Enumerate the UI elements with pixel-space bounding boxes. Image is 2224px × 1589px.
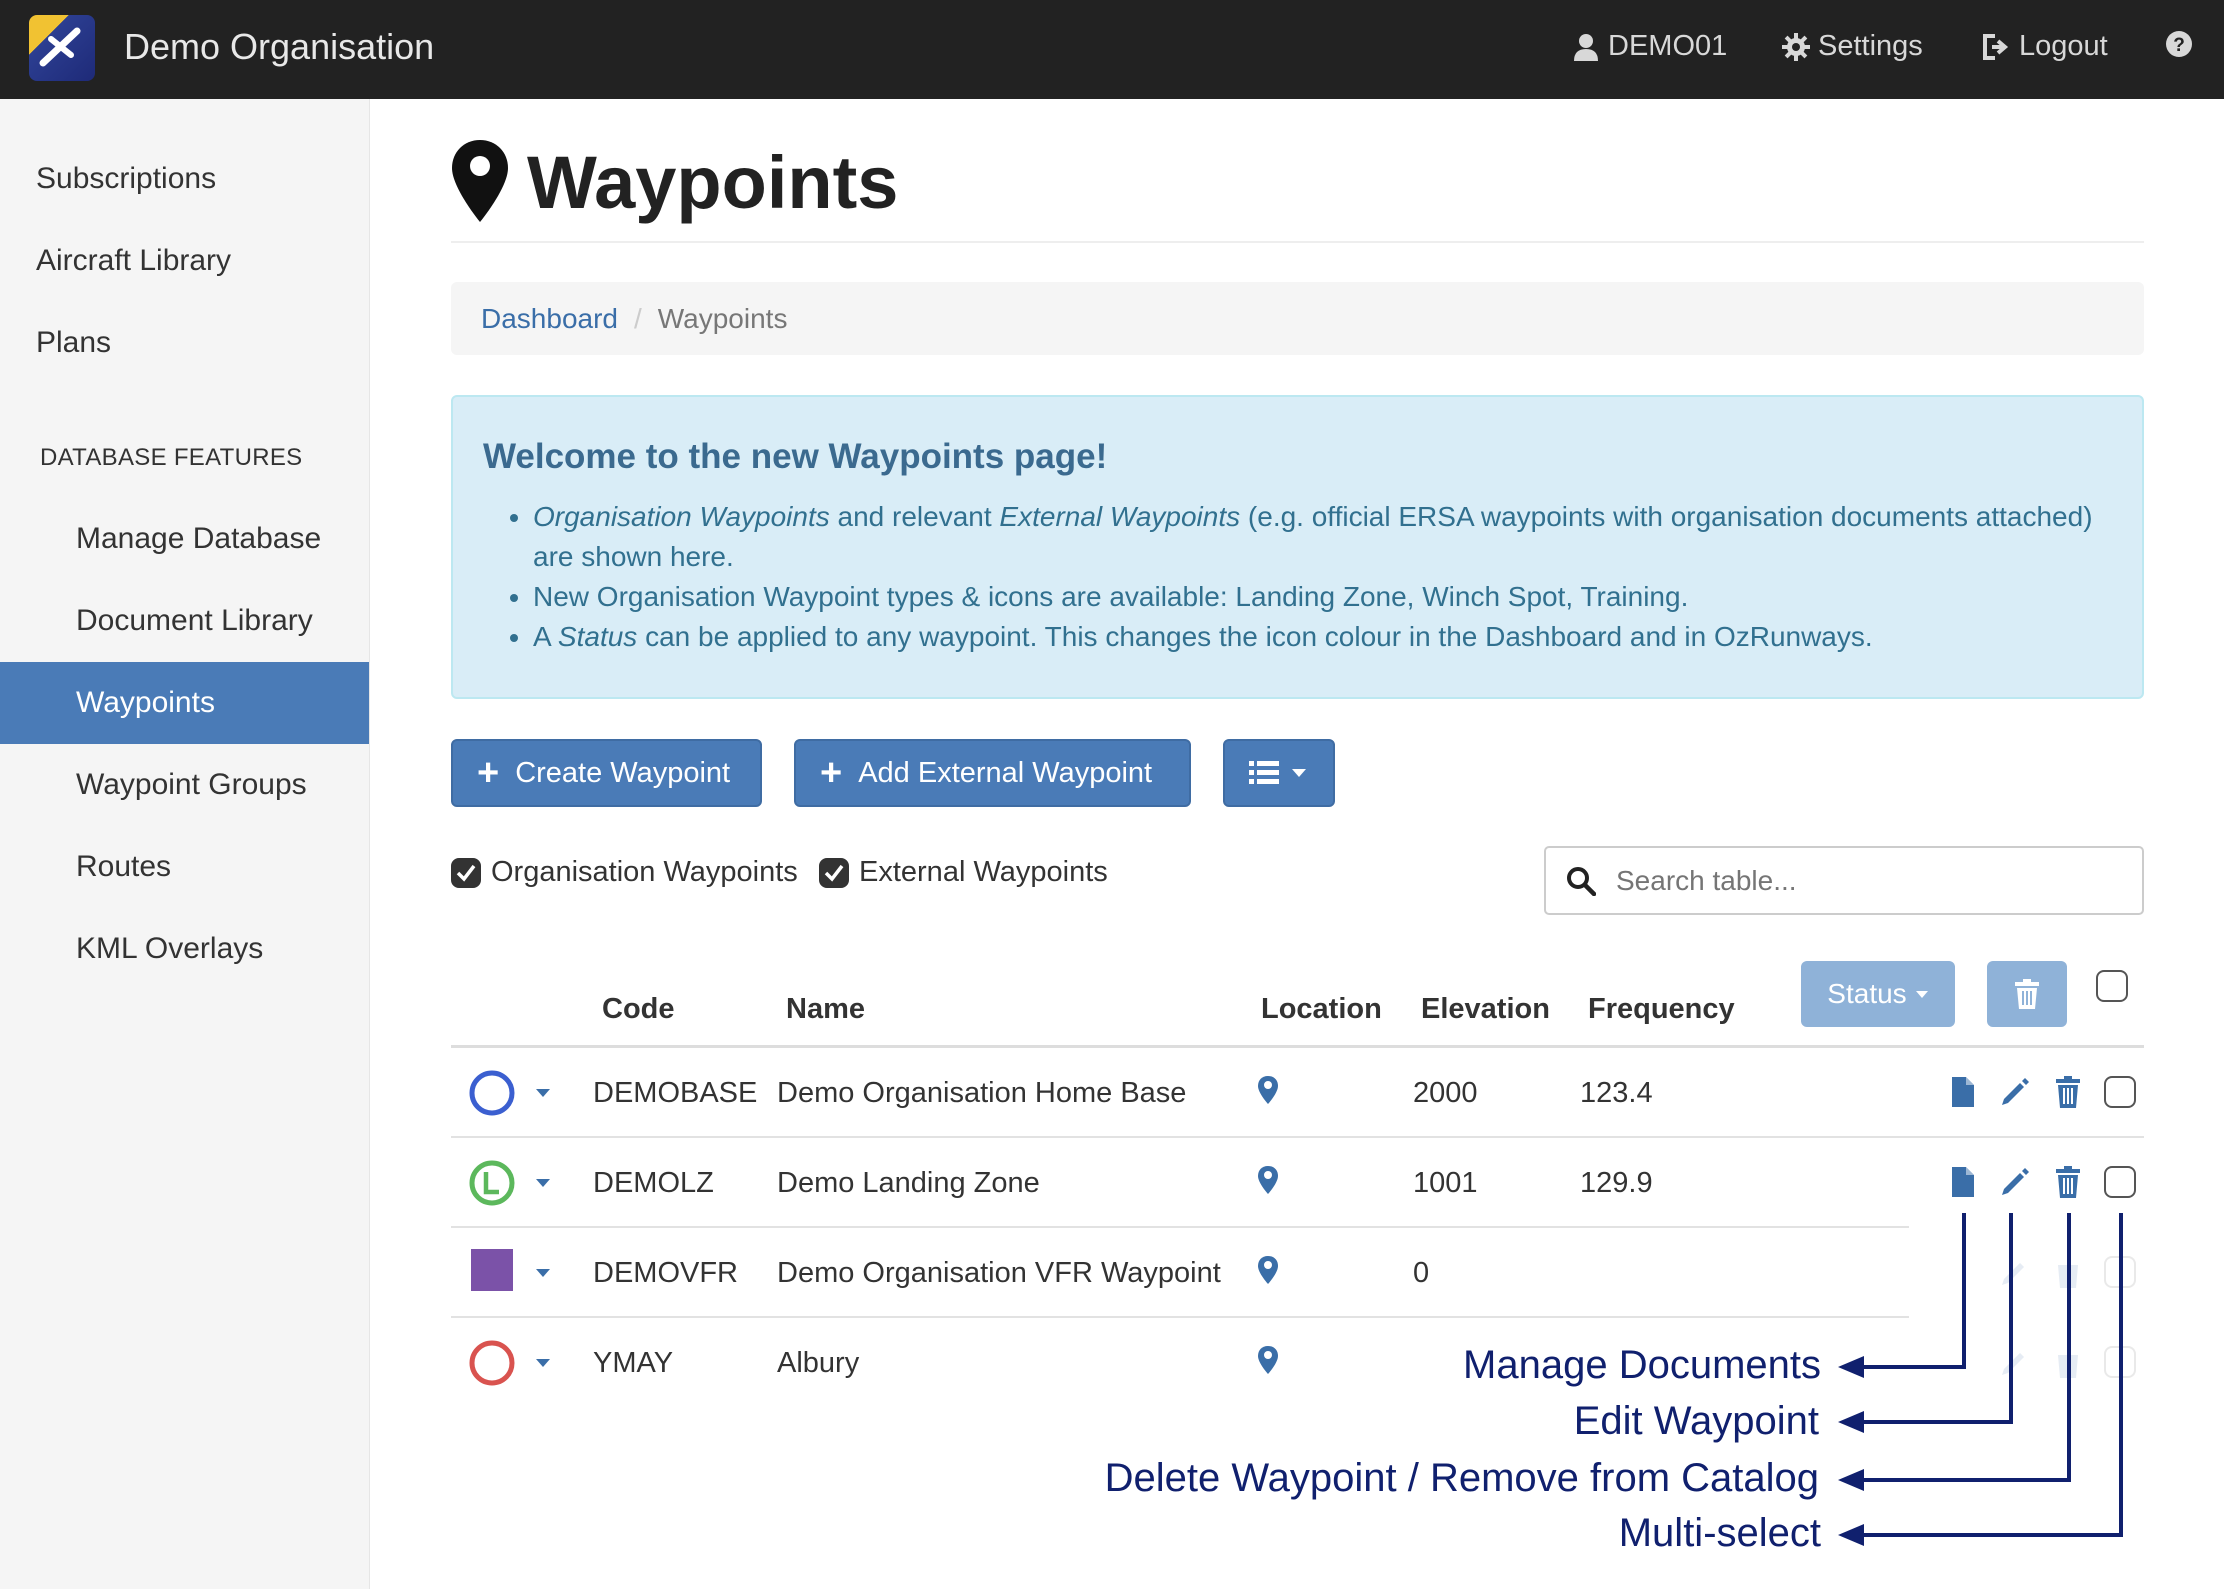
annotation-edit-waypoint: Edit Waypoint bbox=[1573, 1399, 1819, 1443]
annotation-multi-select: Multi-select bbox=[1618, 1511, 1821, 1555]
annotation-arrows bbox=[1838, 1213, 2123, 1546]
annotation-delete-waypoint: Delete Waypoint / Remove from Catalog bbox=[1104, 1456, 1819, 1500]
annotation-manage-documents: Manage Documents bbox=[1463, 1343, 1821, 1387]
